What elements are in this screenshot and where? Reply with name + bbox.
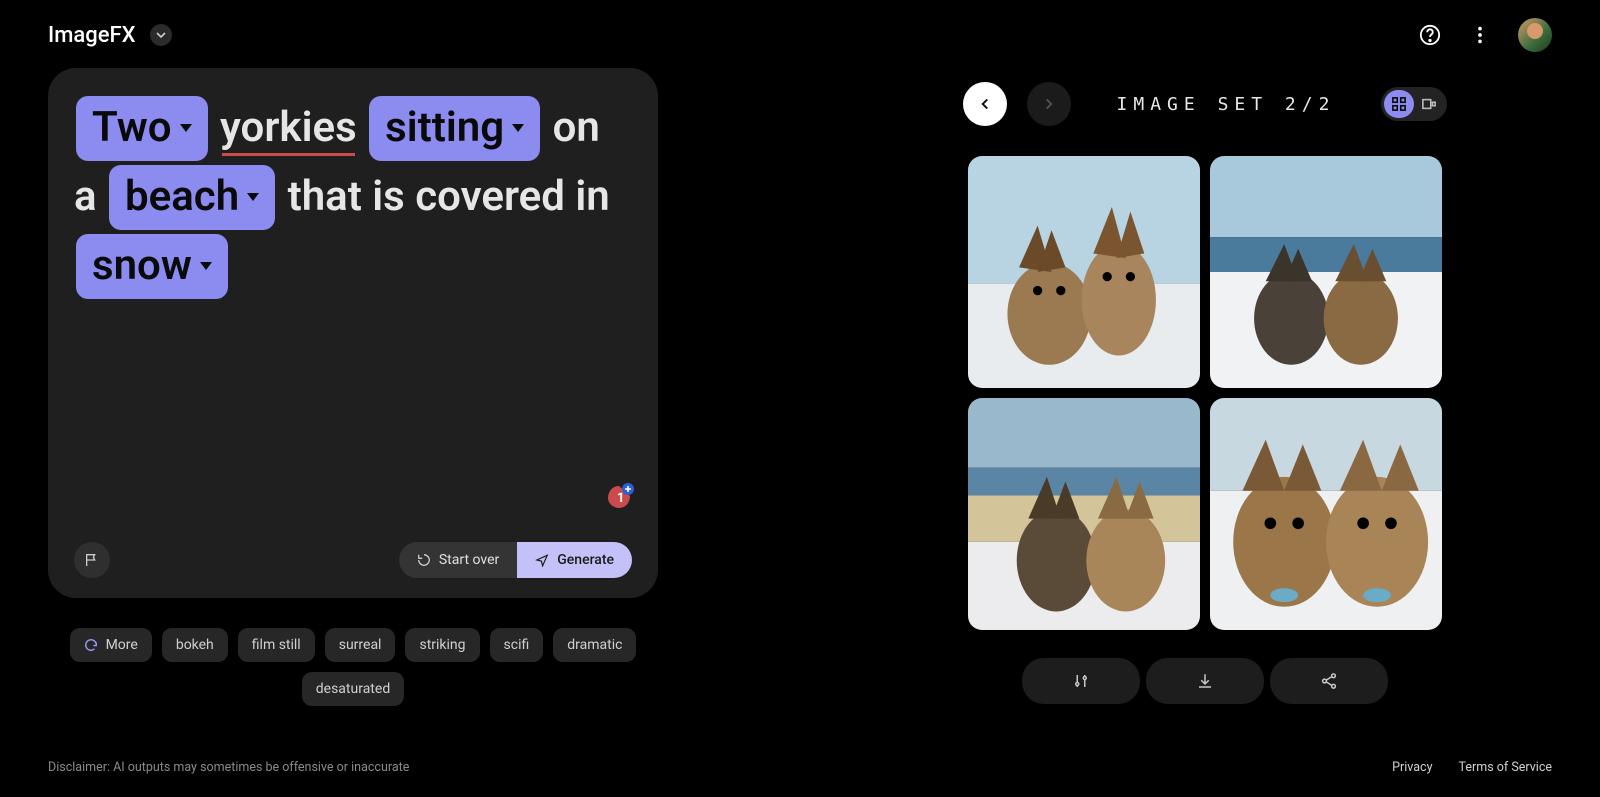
app-name: ImageFX <box>48 23 136 48</box>
flag-icon <box>84 552 100 568</box>
style-label: dramatic <box>567 637 622 653</box>
arrow-right-icon <box>1040 95 1058 113</box>
style-label: scifi <box>504 637 530 653</box>
style-more-label: More <box>106 637 138 653</box>
action-pair: Start over Generate <box>399 542 632 578</box>
prompt-actions: Start over Generate <box>74 542 632 578</box>
badge-icon: 1 <box>604 482 634 512</box>
privacy-link[interactable]: Privacy <box>1392 760 1432 775</box>
prompt-chip-snow[interactable]: snow <box>76 234 228 299</box>
style-chip[interactable]: surreal <box>325 628 396 662</box>
result-thumb-1[interactable] <box>968 156 1200 388</box>
tune-icon <box>1072 672 1090 690</box>
style-label: surreal <box>339 637 382 653</box>
refresh-icon <box>417 553 431 567</box>
tune-button[interactable] <box>1022 658 1140 704</box>
share-button[interactable] <box>1270 658 1388 704</box>
set-header: IMAGE SET 2/2 <box>858 82 1552 126</box>
app-dropdown[interactable] <box>150 24 172 46</box>
generate-button[interactable]: Generate <box>517 542 632 578</box>
single-view-button[interactable] <box>1414 90 1444 118</box>
download-button[interactable] <box>1146 658 1264 704</box>
refresh-icon <box>84 638 98 652</box>
disclaimer: Disclaimer: AI outputs may sometimes be … <box>48 760 409 775</box>
style-row: More bokeh film still surreal striking s… <box>48 628 658 706</box>
footer: Disclaimer: AI outputs may sometimes be … <box>48 760 1552 775</box>
style-chip[interactable]: bokeh <box>162 628 228 662</box>
image-set-label: IMAGE SET 2/2 <box>1117 94 1336 115</box>
prompt-text[interactable]: Two yorkies sitting on a beach that is c… <box>74 94 632 542</box>
style-chip[interactable]: striking <box>405 628 479 662</box>
brand-wrap: ImageFX <box>48 23 172 48</box>
prompt-word: that is covered in <box>288 172 610 221</box>
tos-link[interactable]: Terms of Service <box>1459 760 1552 775</box>
prompt-chip-sitting[interactable]: sitting <box>369 96 540 161</box>
grid-icon <box>1392 97 1406 111</box>
style-label: bokeh <box>176 637 214 653</box>
svg-text:1: 1 <box>617 491 624 506</box>
start-over-button[interactable]: Start over <box>399 542 517 578</box>
help-icon <box>1419 24 1441 46</box>
style-label: film still <box>252 637 301 653</box>
style-chip[interactable]: scifi <box>490 628 544 662</box>
chevron-down-icon <box>156 30 166 40</box>
send-icon <box>535 553 549 567</box>
more-vert-icon <box>1469 24 1491 46</box>
main: Two yorkies sitting on a beach that is c… <box>0 62 1600 742</box>
result-thumb-2[interactable] <box>1210 156 1442 388</box>
result-actions <box>1022 658 1388 704</box>
result-thumb-4[interactable] <box>1210 398 1442 630</box>
chip-label: snow <box>92 236 192 297</box>
arrow-left-icon <box>976 95 994 113</box>
prompt-chip-beach[interactable]: beach <box>109 165 275 230</box>
top-bar: ImageFX <box>0 0 1600 62</box>
chip-label: beach <box>125 167 239 228</box>
more-menu-button[interactable] <box>1468 23 1492 47</box>
share-icon <box>1320 672 1338 690</box>
chevron-down-icon <box>247 193 259 201</box>
right-column: IMAGE SET 2/2 <box>858 68 1552 742</box>
style-chip[interactable]: dramatic <box>553 628 636 662</box>
user-avatar[interactable] <box>1518 18 1552 52</box>
view-toggle <box>1381 87 1447 121</box>
result-grid <box>968 156 1442 630</box>
chip-label: sitting <box>385 98 504 159</box>
flag-button[interactable] <box>74 542 110 578</box>
style-label: striking <box>419 637 465 653</box>
chip-label: Two <box>92 98 172 159</box>
chevron-down-icon <box>200 262 212 270</box>
help-button[interactable] <box>1418 23 1442 47</box>
prompt-word-yorkies[interactable]: yorkies <box>220 103 357 152</box>
chevron-down-icon <box>180 124 192 132</box>
chevron-down-icon <box>512 124 524 132</box>
prev-set-button[interactable] <box>963 82 1007 126</box>
style-chip[interactable]: desaturated <box>302 672 404 706</box>
start-over-label: Start over <box>439 552 499 568</box>
next-set-button[interactable] <box>1027 82 1071 126</box>
footer-links: Privacy Terms of Service <box>1392 760 1552 775</box>
generate-label: Generate <box>557 552 614 568</box>
prompt-card: Two yorkies sitting on a beach that is c… <box>48 68 658 598</box>
style-chip[interactable]: film still <box>238 628 315 662</box>
prompt-chip-two[interactable]: Two <box>76 96 208 161</box>
left-column: Two yorkies sitting on a beach that is c… <box>48 68 658 742</box>
single-icon <box>1422 97 1436 111</box>
download-icon <box>1196 672 1214 690</box>
style-label: desaturated <box>316 681 390 697</box>
grid-view-button[interactable] <box>1384 90 1414 118</box>
style-more-button[interactable]: More <box>70 628 152 662</box>
top-actions <box>1418 18 1552 52</box>
result-thumb-3[interactable] <box>968 398 1200 630</box>
